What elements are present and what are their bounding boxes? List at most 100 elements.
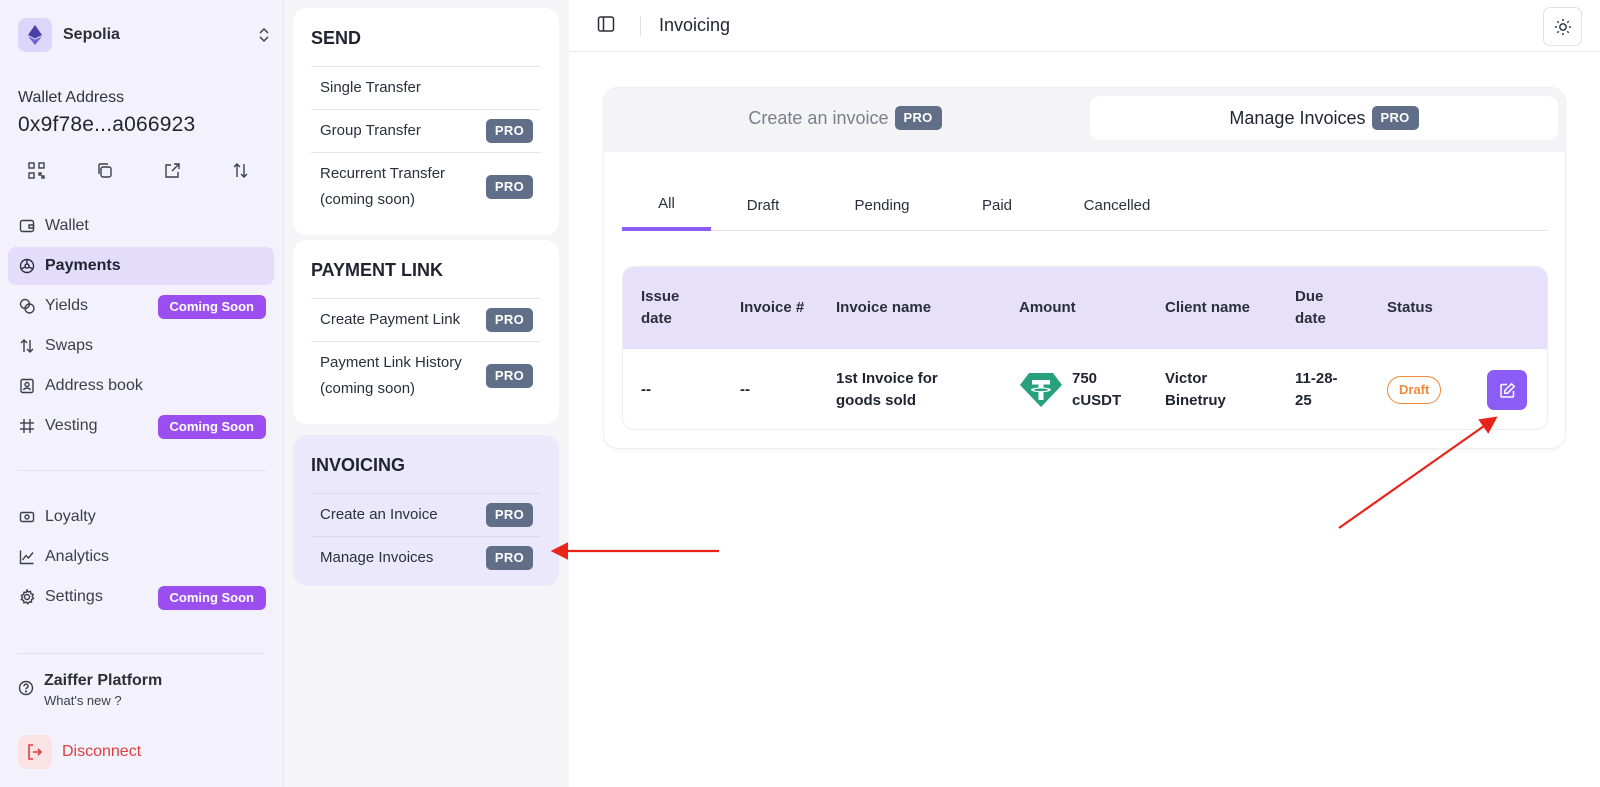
wallet-address: 0x9f78e...a066923 [18, 113, 196, 136]
menu-item-payment-link-history[interactable]: Payment Link History (coming soon) PRO [311, 341, 541, 424]
pro-badge: PRO [485, 503, 533, 527]
network-selector[interactable]: Sepolia [18, 18, 270, 52]
sidebar-toggle-icon[interactable] [597, 15, 615, 38]
sidebar-item-loyalty[interactable]: Loyalty [8, 498, 274, 536]
invoicing-card: INVOICING Create an Invoice PRO Manage In… [293, 435, 559, 586]
disconnect-button[interactable]: Disconnect [18, 735, 141, 769]
sidebar-item-vesting[interactable]: Vesting Coming Soon [8, 407, 274, 445]
pro-badge: PRO [894, 106, 942, 130]
vesting-icon [18, 417, 36, 435]
sidebar-divider [18, 470, 266, 471]
sidebar-item-label: Payments [45, 257, 121, 274]
status-tab-cancelled[interactable]: Cancelled [1062, 180, 1172, 231]
payments-icon [18, 257, 36, 275]
pro-badge: PRO [485, 308, 533, 332]
analytics-icon [18, 548, 36, 566]
topbar: Invoicing [569, 0, 1600, 52]
cell-invoice-name: 1st Invoice for goods sold [836, 370, 938, 409]
amount-text: 750 cUSDT [1072, 370, 1122, 409]
wallet-address-label: Wallet Address [18, 89, 125, 106]
tab-label: Manage Invoices [1229, 107, 1366, 128]
column-header: Invoice name [836, 299, 932, 316]
sidebar-item-label: Loyalty [45, 508, 96, 525]
cell-issue-date: -- [641, 381, 651, 398]
sun-icon [1554, 18, 1571, 35]
payment-link-title: PAYMENT LINK [311, 260, 444, 280]
sidebar-nav-secondary: Loyalty Analytics Settings Coming Soon [8, 498, 274, 618]
page-title: Invoicing [659, 15, 731, 35]
menu-item-create-payment-link[interactable]: Create Payment Link PRO [311, 298, 541, 341]
sidebar-item-label: Analytics [45, 548, 110, 565]
swaps-icon [18, 337, 36, 355]
menu-item-group-transfer[interactable]: Group Transfer PRO [311, 109, 541, 152]
platform-subtitle: What's new ? [44, 693, 122, 708]
menu-item-label: Manage Invoices [320, 549, 434, 566]
sidebar-item-settings[interactable]: Settings Coming Soon [8, 578, 274, 616]
theme-toggle-button[interactable] [1543, 7, 1582, 46]
coming-soon-badge: Coming Soon [157, 295, 266, 319]
disconnect-label: Disconnect [62, 743, 142, 760]
menu-item-label: Group Transfer [320, 122, 421, 139]
external-link-icon[interactable] [162, 160, 182, 180]
status-tab-all[interactable]: All [622, 180, 711, 231]
sidebar-item-label: Yields [45, 297, 88, 314]
network-name: Sepolia [63, 26, 120, 43]
sidebar-item-swaps[interactable]: Swaps [8, 327, 274, 365]
status-filter-tabs: All Draft Pending Paid Cancelled [622, 180, 1548, 231]
status-tab-pending[interactable]: Pending [832, 180, 932, 231]
payments-menu: SEND Single Transfer Group Transfer PRO R… [284, 0, 569, 787]
tether-icon [1019, 371, 1063, 409]
cell-due-date: 11-28-25 [1295, 370, 1338, 409]
status-badge: Draft [1387, 376, 1442, 404]
sidebar-item-label: Address book [45, 377, 143, 394]
wallet-icon [18, 217, 36, 235]
sidebar-item-payments[interactable]: Payments [8, 247, 274, 285]
invoicing-title: INVOICING [311, 455, 406, 475]
status-tab-draft[interactable]: Draft [719, 180, 807, 231]
sidebar: Sepolia Wallet Address 0x9f78e...a066923… [0, 0, 284, 787]
sidebar-item-label: Settings [45, 588, 103, 605]
column-header: Status [1387, 299, 1433, 316]
chevron-up-down-icon[interactable] [258, 26, 270, 49]
coming-soon-badge: Coming Soon [157, 415, 266, 439]
menu-item-recurrent-transfer[interactable]: Recurrent Transfer (coming soon) PRO [311, 152, 541, 235]
pro-badge: PRO [485, 546, 533, 570]
column-header: Amount [1019, 299, 1076, 316]
column-header: Issue date [641, 288, 680, 327]
platform-link[interactable]: Zaiffer Platform What's new ? [18, 672, 268, 712]
send-title: SEND [311, 28, 362, 48]
table-row[interactable]: -- -- 1st Invoice for goods sold 750 cUS… [623, 349, 1547, 429]
ethereum-icon [18, 18, 52, 52]
settings-icon [18, 588, 36, 606]
status-tab-paid[interactable]: Paid [957, 180, 1037, 231]
menu-item-manage-invoices[interactable]: Manage Invoices PRO [311, 536, 541, 579]
qr-code-icon[interactable] [26, 160, 46, 180]
cell-invoice-number: -- [740, 381, 750, 398]
sidebar-item-yields[interactable]: Yields Coming Soon [8, 287, 274, 325]
tab-label: Create an invoice [748, 107, 889, 128]
cell-client-name: Victor Binetruy [1165, 370, 1226, 409]
topbar-separator [640, 16, 641, 36]
pro-badge: PRO [485, 364, 533, 388]
help-circle-icon [18, 680, 34, 701]
sidebar-item-analytics[interactable]: Analytics [8, 538, 274, 576]
sidebar-item-address-book[interactable]: Address book [8, 367, 274, 405]
menu-item-create-invoice[interactable]: Create an Invoice PRO [311, 493, 541, 536]
wallet-actions [26, 160, 266, 180]
cell-amount: 750 cUSDT [1019, 349, 1139, 429]
menu-item-label: Create an Invoice [320, 506, 438, 523]
sidebar-item-label: Wallet [45, 217, 89, 234]
pro-badge: PRO [1371, 106, 1419, 130]
sidebar-nav: Wallet Payments Yields Coming Soon Swaps… [8, 207, 274, 447]
tab-create-invoice[interactable]: Create an invoice PRO [612, 96, 1078, 140]
menu-item-single-transfer[interactable]: Single Transfer [311, 66, 541, 109]
tab-manage-invoices[interactable]: Manage Invoices PRO [1090, 96, 1558, 140]
cell-status: Draft [1387, 349, 1467, 429]
column-header: Invoice # [740, 299, 805, 316]
copy-icon[interactable] [94, 160, 114, 180]
loyalty-icon [18, 508, 36, 526]
swap-arrows-icon[interactable] [230, 160, 250, 180]
logout-icon [18, 735, 52, 769]
edit-invoice-button[interactable] [1487, 370, 1527, 410]
sidebar-item-wallet[interactable]: Wallet [8, 207, 274, 245]
